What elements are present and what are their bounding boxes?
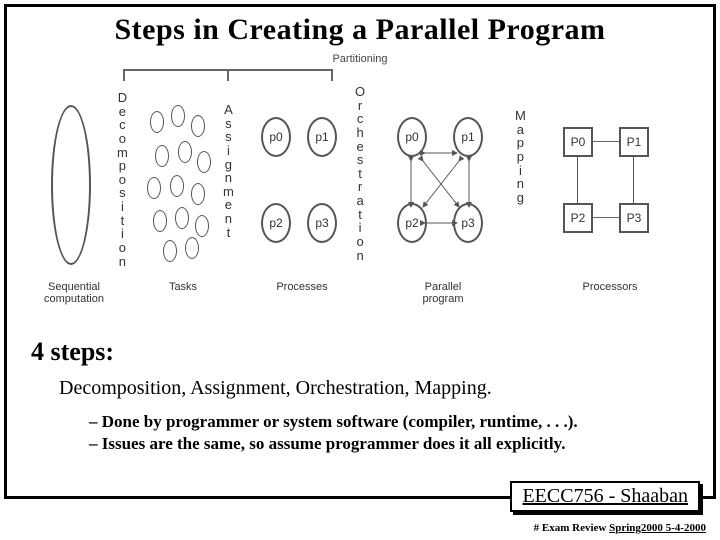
col-tasks: Tasks: [153, 281, 213, 293]
task-ellipse: [195, 215, 209, 237]
task-ellipse: [150, 111, 164, 133]
col-processes: Processes: [267, 281, 337, 293]
bracket-right: [331, 69, 333, 81]
task-ellipse: [197, 151, 211, 173]
processor-P3: P3: [619, 203, 649, 233]
slide-title: Steps in Creating a Parallel Program: [7, 13, 713, 47]
footer-meta-term: Spring2000 5-4-2000: [609, 522, 706, 534]
bracket-mid: [227, 69, 229, 81]
diagram: Partitioning Decomposition Assignment Or…: [35, 55, 685, 315]
task-ellipse: [163, 240, 177, 262]
footer-course-box: EECC756 - Shaaban: [510, 481, 700, 512]
slide-border: Steps in Creating a Parallel Program Par…: [4, 4, 716, 499]
bullet-list: Done by programmer or system software (c…: [89, 412, 689, 454]
task-ellipse: [155, 145, 169, 167]
col-processors: Processors: [575, 281, 645, 293]
task-ellipse: [153, 210, 167, 232]
task-ellipse: [171, 105, 185, 127]
process-p3: p3: [307, 203, 337, 243]
processor-P2: P2: [563, 203, 593, 233]
process-p2: p2: [261, 203, 291, 243]
stage-mapping: Mapping: [515, 109, 526, 204]
proc-conn: [577, 157, 578, 203]
task-ellipse: [185, 237, 199, 259]
bullet-item: Done by programmer or system software (c…: [89, 412, 689, 432]
task-ellipse: [170, 175, 184, 197]
steps-list: Decomposition, Assignment, Orchestration…: [59, 377, 689, 400]
bracket-left: [123, 69, 125, 81]
col-sequential: Sequentialcomputation: [29, 281, 119, 305]
proc-conn: [593, 217, 619, 218]
task-ellipse: [191, 183, 205, 205]
task-ellipse: [175, 207, 189, 229]
processor-P0: P0: [563, 127, 593, 157]
task-ellipse: [191, 115, 205, 137]
parallel-arrows-icon: [395, 115, 487, 247]
stage-orchestration: Orchestration: [355, 85, 365, 262]
process-p0: p0: [261, 117, 291, 157]
stage-decomposition: Decomposition: [117, 91, 128, 268]
proc-conn: [633, 157, 634, 203]
sequential-ellipse: [51, 105, 91, 265]
processor-P1: P1: [619, 127, 649, 157]
task-ellipse: [147, 177, 161, 199]
process-p1: p1: [307, 117, 337, 157]
partitioning-label: Partitioning: [35, 53, 685, 65]
steps-heading: 4 steps:: [31, 337, 689, 367]
footer-meta: # Exam Review Spring2000 5-4-2000: [534, 522, 706, 534]
task-ellipse: [178, 141, 192, 163]
bullet-item: Issues are the same, so assume programme…: [89, 434, 689, 454]
stage-assignment: Assignment: [223, 103, 234, 239]
footer-meta-prefix: # Exam Review: [534, 522, 609, 534]
col-parallel: Parallelprogram: [413, 281, 473, 305]
content-area: 4 steps: Decomposition, Assignment, Orch…: [31, 337, 689, 456]
proc-conn: [593, 141, 619, 142]
